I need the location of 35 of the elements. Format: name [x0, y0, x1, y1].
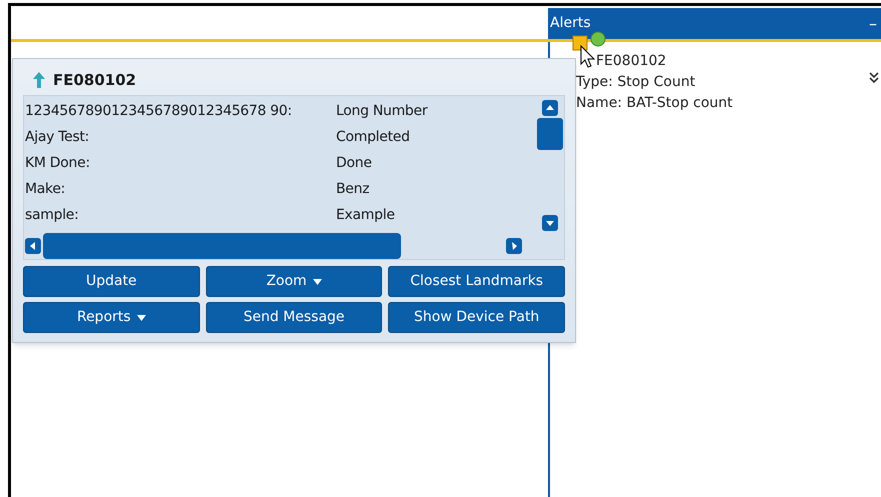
device-id: FE080102: [596, 52, 666, 71]
scroll-down-button[interactable]: [542, 215, 558, 231]
scroll-right-button[interactable]: [506, 238, 522, 254]
scroll-thumb[interactable]: [43, 233, 401, 259]
caret-icon: [312, 278, 322, 284]
action-button[interactable]: Reports: [23, 302, 200, 333]
panel-title: Alerts: [550, 14, 591, 33]
circle-icon: [590, 31, 606, 47]
field-value: Benz: [336, 180, 370, 198]
field-value: Completed: [336, 128, 410, 146]
field-value: Long Number: [336, 102, 428, 120]
action-button[interactable]: Send Message: [206, 302, 382, 333]
field-label: KM Done:: [25, 154, 91, 172]
alert-name: Name: BAT-Stop count: [576, 94, 734, 113]
field-label: Ajay Test:: [25, 128, 90, 146]
action-button[interactable]: Closest Landmarks: [388, 266, 565, 297]
caret-icon: [136, 314, 146, 320]
cursor-icon: [580, 45, 596, 69]
field-value: Done: [336, 154, 372, 172]
field-label: sample:: [25, 206, 80, 224]
scroll-thumb[interactable]: [537, 118, 563, 150]
scroll-left-button[interactable]: [25, 238, 41, 254]
arrow-up-icon: [33, 72, 45, 88]
scroll-up-button[interactable]: [542, 100, 558, 116]
expand-icon[interactable]: [869, 72, 879, 84]
action-button[interactable]: Show Device Path: [388, 302, 565, 333]
action-button[interactable]: Update: [23, 266, 200, 297]
minimize-button[interactable]: –: [869, 16, 877, 32]
device-title: FE080102: [53, 70, 136, 91]
action-button[interactable]: Zoom: [206, 266, 382, 297]
field-label: 1234567890123456789012345678 90:: [25, 102, 293, 120]
field-label: Make:: [25, 180, 66, 198]
square-icon: [572, 35, 588, 51]
field-value: Example: [336, 206, 395, 224]
alert-type: Type: Stop Count: [576, 73, 696, 92]
